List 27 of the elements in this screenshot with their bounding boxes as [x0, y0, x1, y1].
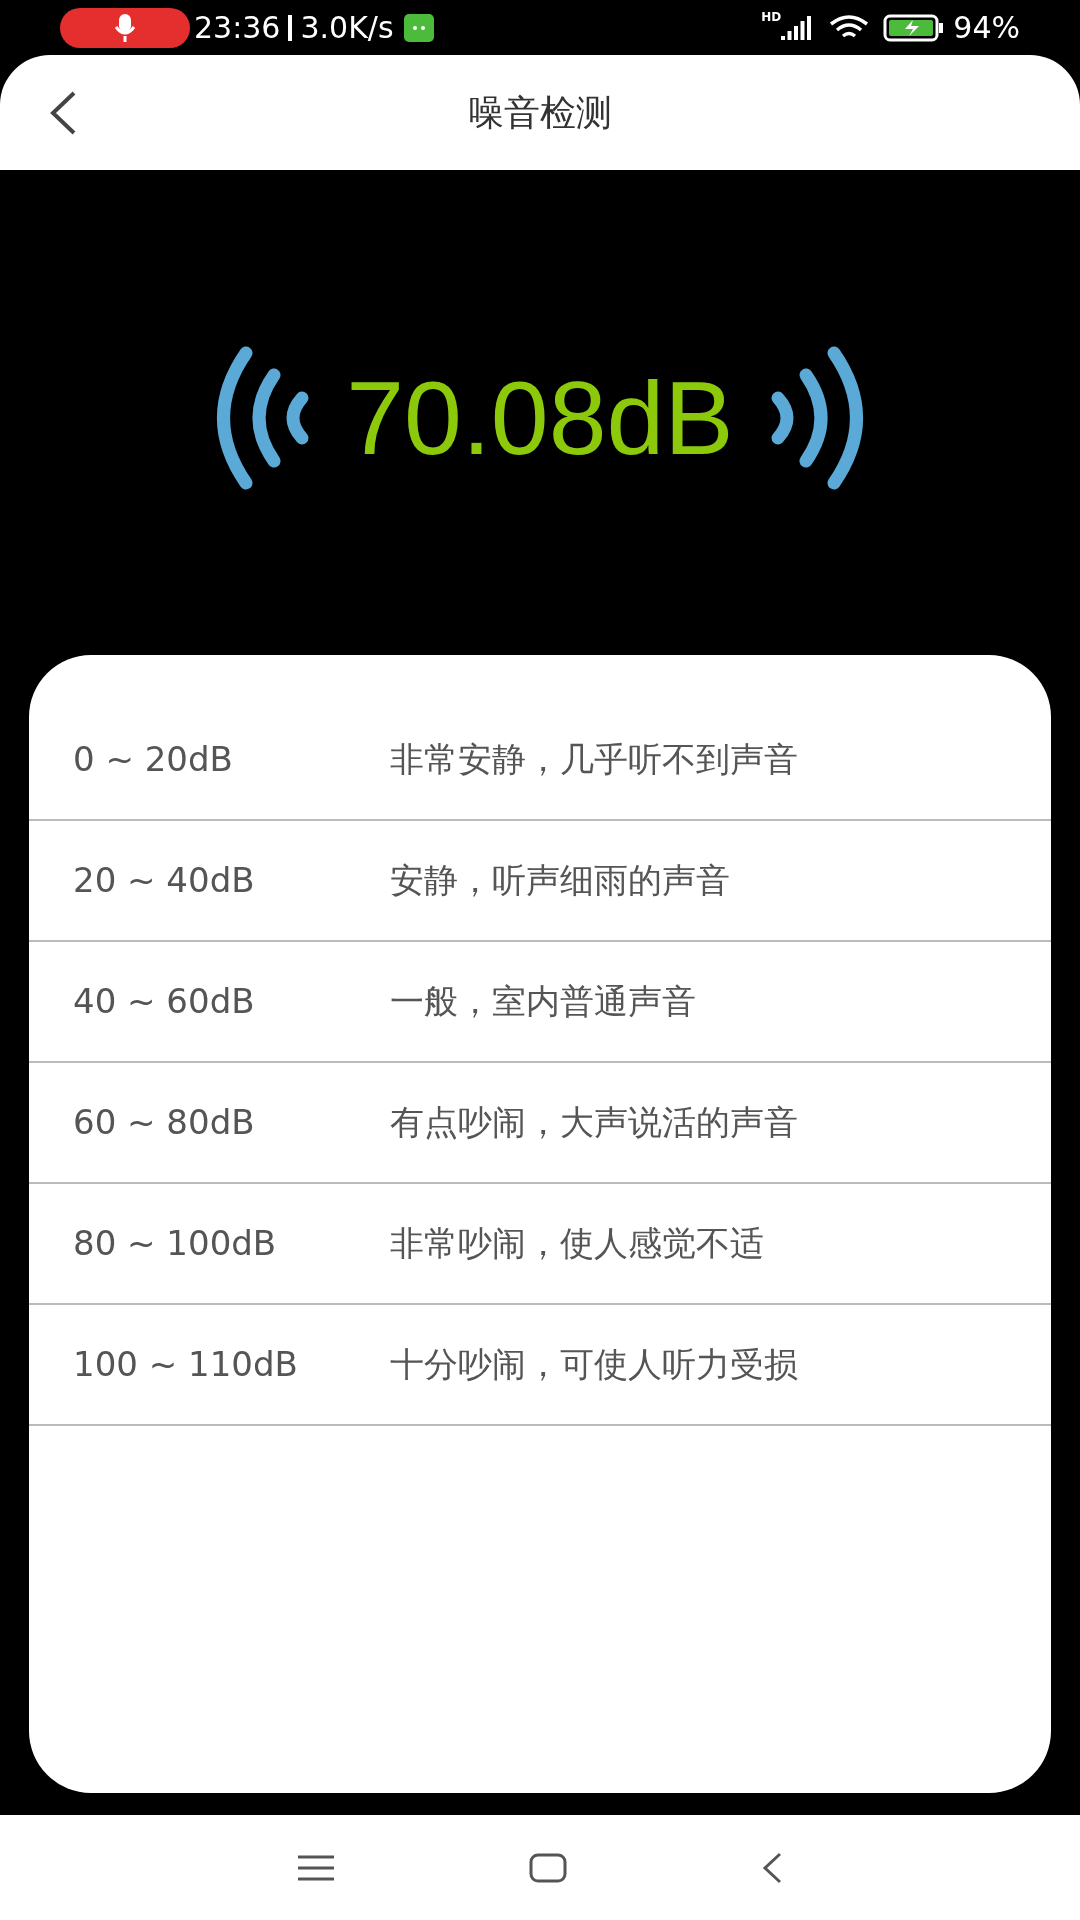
level-range: 80 ~ 100dB [72, 1222, 278, 1265]
back-icon [48, 89, 78, 136]
level-description: 有点吵闹，大声说活的声音 [390, 1101, 798, 1144]
battery-icon [883, 13, 946, 42]
network-speed: 3.0K/s [300, 9, 394, 47]
status-separator [288, 14, 293, 41]
level-range: 20 ~ 40dB [72, 859, 256, 902]
page-title: 噪音检测 [468, 90, 612, 135]
network-type-label: HD [761, 9, 782, 26]
decibel-reading: 70.08dB [346, 358, 734, 478]
level-description: 非常吵闹，使人感觉不适 [390, 1222, 764, 1265]
level-range: 0 ~ 20dB [72, 738, 234, 781]
level-description: 非常安静，几乎听不到声音 [390, 738, 798, 781]
level-range: 60 ~ 80dB [72, 1101, 256, 1144]
home-icon[interactable] [528, 1851, 568, 1884]
level-range: 40 ~ 60dB [72, 980, 256, 1023]
level-range: 100 ~ 110dB [72, 1343, 299, 1386]
recording-indicator[interactable] [60, 7, 190, 48]
level-description: 一般，室内普通声音 [390, 980, 696, 1023]
app-notification-icon [403, 13, 434, 42]
signal-icon [781, 15, 814, 40]
battery-level: 94% [953, 9, 1020, 47]
level-description: 十分吵闹，可使人听力受损 [390, 1343, 798, 1386]
back-nav-icon[interactable] [760, 1850, 784, 1885]
microphone-icon [114, 12, 136, 43]
level-description: 安静，听声细雨的声音 [390, 859, 730, 902]
status-time: 23:36 [194, 9, 281, 47]
